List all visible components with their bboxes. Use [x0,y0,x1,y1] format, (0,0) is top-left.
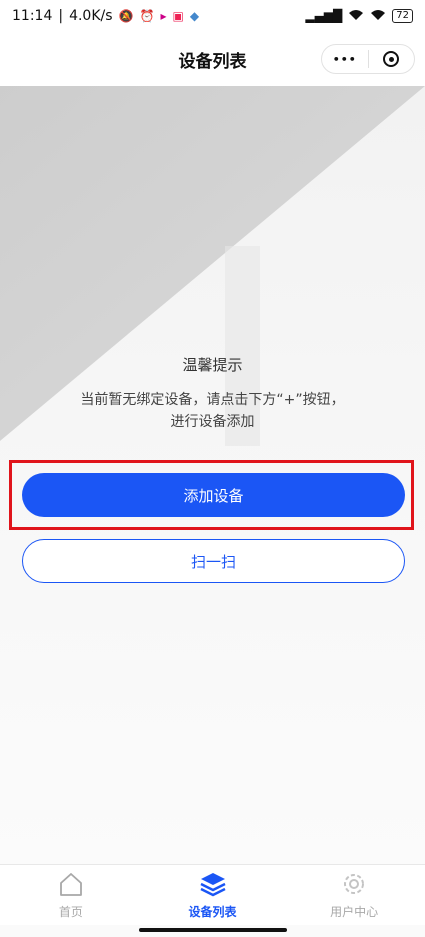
play-icon: ▸ [160,9,167,23]
tab-user-center-label: 用户中心 [330,904,379,919]
mute-icon: 🔕 [118,9,134,23]
notice: 温馨提示 当前暂无绑定设备，请点击下方“+”按钮， 进行设备添加 [0,354,425,433]
tab-home-label: 首页 [58,904,83,919]
close-miniprogram-button[interactable] [369,45,415,73]
main-content: 温馨提示 当前暂无绑定设备，请点击下方“+”按钮， 进行设备添加 添加设备 扫一… [0,86,425,864]
network-speed: 4.0K/s [69,8,113,24]
home-icon [58,871,84,900]
wifi-icon [348,9,364,24]
wifi-icon-2 [370,9,386,24]
miniprogram-capsule: ••• [321,44,415,74]
app-notification-icon-2: ◆ [189,9,200,23]
add-device-button[interactable]: 添加设备 [22,473,405,517]
status-bar: 11:14 | 4.0K/s 🔕 ⏰ ▸ ▣ ◆ ▂▄▆█ 72 [0,0,425,32]
app-notification-icon: ▣ [172,9,184,23]
tab-bar: 首页 设备列表 用户中心 [0,864,425,925]
scan-button[interactable]: 扫一扫 [22,539,405,583]
more-icon: ••• [332,52,357,66]
tab-user-center[interactable]: 用户中心 [283,865,425,925]
more-button[interactable]: ••• [322,45,368,73]
notice-line-1: 当前暂无绑定设备，请点击下方“+”按钮， [80,392,345,408]
tab-home[interactable]: 首页 [0,865,142,925]
notice-title: 温馨提示 [182,356,243,374]
status-left: 11:14 | 4.0K/s 🔕 ⏰ ▸ ▣ ◆ [12,8,199,24]
status-separator: | [58,8,64,24]
battery-icon: 72 [392,9,413,23]
page-title: 设备列表 [178,51,247,72]
alarm-icon: ⏰ [139,9,155,23]
gear-icon [341,871,367,900]
notice-line-2: 进行设备添加 [170,414,255,430]
tab-device-list-label: 设备列表 [188,904,237,919]
tab-device-list[interactable]: 设备列表 [142,865,284,925]
notice-text: 当前暂无绑定设备，请点击下方“+”按钮， 进行设备添加 [0,389,425,433]
record-icon [383,51,400,67]
nav-bar: 设备列表 ••• [0,32,425,86]
status-time: 11:14 [12,8,53,24]
home-indicator [139,928,287,932]
status-right: ▂▄▆█ 72 [305,9,413,24]
layers-icon [199,871,227,900]
signal-icon: ▂▄▆█ [305,9,343,23]
